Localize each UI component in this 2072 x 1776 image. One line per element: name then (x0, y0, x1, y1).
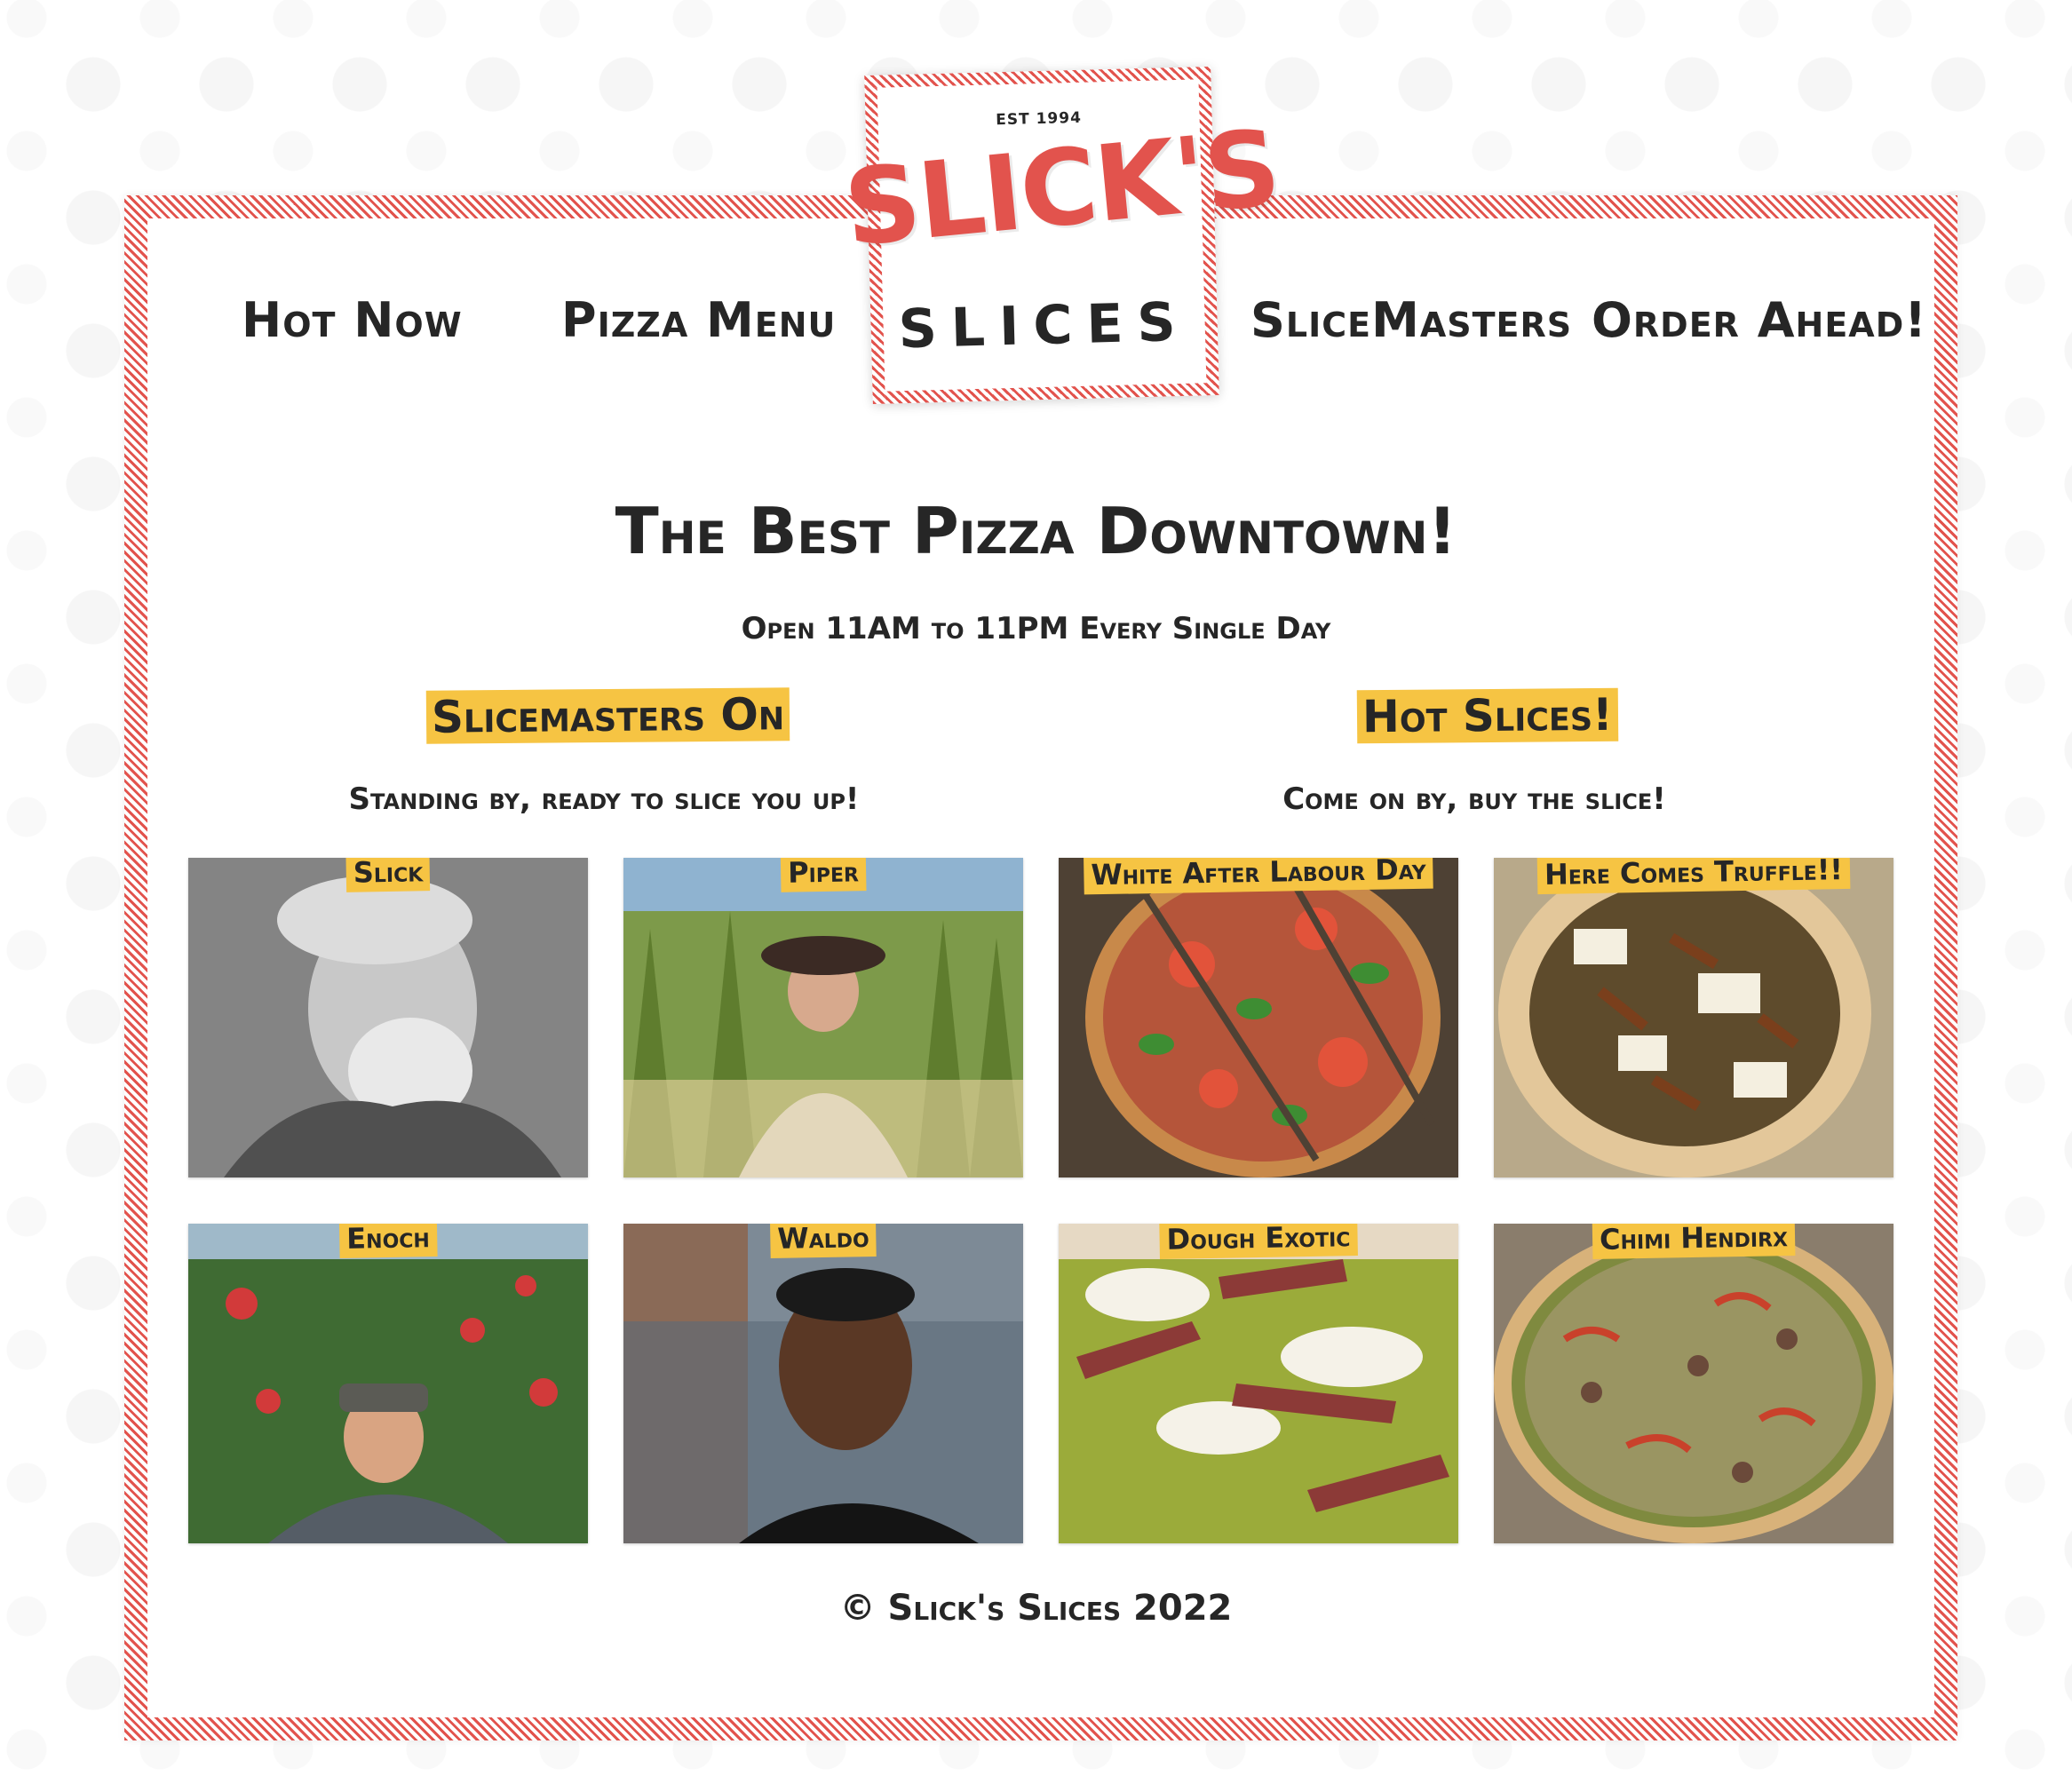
pizza-photo (1059, 1224, 1458, 1543)
nav-slicemasters[interactable]: SliceMasters (1250, 297, 1572, 345)
slicemasters-heading: Slicemasters On (425, 687, 790, 744)
nav-pizza-menu[interactable]: Pizza Menu (561, 297, 836, 345)
pizza-card[interactable]: Chimi Hendirx (1494, 1224, 1893, 1543)
pizza-name: Here Comes Truffle!! (1536, 858, 1851, 895)
slicemaster-name: Piper (780, 858, 867, 892)
logo-subtitle: SLICES (897, 290, 1191, 361)
page-title: The Best Pizza Downtown! (615, 494, 1457, 568)
nav-hot-now[interactable]: Hot Now (242, 297, 463, 345)
hot-slices-heading: Hot Slices! (1356, 687, 1619, 744)
slicemaster-name: Slick (345, 858, 431, 892)
slicemaster-photo (188, 858, 588, 1177)
logo-title: SLICK'S (839, 106, 1284, 270)
slicemaster-card[interactable]: Slick (188, 858, 588, 1177)
pizza-name: White After Labour Day (1084, 858, 1433, 895)
nav-order-ahead[interactable]: Order Ahead! (1592, 297, 1927, 345)
pizza-photo (1494, 1224, 1893, 1543)
slicemaster-photo (623, 858, 1023, 1177)
slicemaster-card[interactable]: Piper (623, 858, 1023, 1177)
pizza-name: Dough Exotic (1159, 1224, 1358, 1259)
hot-slices-subheading: Come on by, buy the slice! (1282, 781, 1666, 817)
footer-copyright: © Slick's Slices 2022 (839, 1588, 1233, 1629)
pizza-card[interactable]: White After Labour Day (1059, 858, 1458, 1177)
opening-hours: Open 11AM to 11PM Every Single Day (741, 611, 1331, 646)
pizza-name: Chimi Hendirx (1592, 1224, 1796, 1259)
pizza-card[interactable]: Dough Exotic (1059, 1224, 1458, 1543)
slicemaster-photo (623, 1224, 1023, 1543)
slicemaster-card[interactable]: Waldo (623, 1224, 1023, 1543)
site-logo[interactable]: EST 1994 SLICK'S SLICES (839, 66, 1283, 405)
slicemaster-name: Waldo (769, 1224, 877, 1259)
slicemasters-subheading: Standing by, ready to slice you up! (348, 781, 860, 817)
slicemaster-card[interactable]: Enoch (188, 1224, 588, 1543)
pizza-photo (1494, 858, 1893, 1177)
slicemaster-name: Enoch (338, 1224, 438, 1258)
pizza-card[interactable]: Here Comes Truffle!! (1494, 858, 1893, 1177)
pizza-photo (1059, 858, 1458, 1177)
slicemaster-photo (188, 1224, 588, 1543)
